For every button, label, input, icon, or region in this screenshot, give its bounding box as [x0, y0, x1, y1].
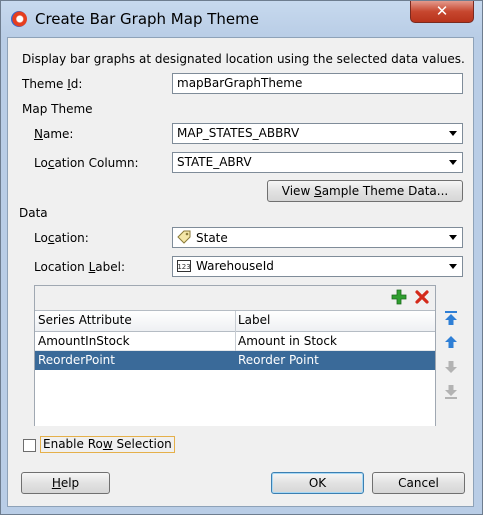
column-header-series-attribute[interactable]: Series Attribute — [35, 311, 235, 330]
enable-row-selection-label[interactable]: Enable Row Selection — [40, 436, 175, 453]
location-label-select-value: WarehouseId — [196, 259, 274, 273]
dialog-title: Create Bar Graph Map Theme — [35, 10, 259, 28]
column-separator — [235, 311, 236, 351]
move-up-icon[interactable] — [443, 334, 459, 350]
location-label: Location: — [34, 231, 89, 245]
svg-text:123: 123 — [177, 263, 190, 271]
column-header-label[interactable]: Label — [235, 311, 435, 330]
location-select[interactable]: State — [172, 227, 463, 248]
ok-button[interactable]: OK — [271, 472, 364, 494]
add-icon[interactable] — [391, 289, 407, 305]
series-table[interactable]: Series Attribute Label AmountInStock Amo… — [35, 310, 435, 426]
data-section-label: Data — [19, 206, 48, 220]
table-row[interactable]: ReorderPoint Reorder Point — [35, 351, 435, 370]
cell-label: Amount in Stock — [238, 334, 337, 348]
close-button[interactable]: ✕ — [410, 1, 474, 23]
name-select-value: MAP_STATES_ABBRV — [177, 126, 300, 140]
chevron-down-icon — [449, 264, 457, 269]
location-column-label: Location Column: — [34, 156, 139, 170]
move-top-icon[interactable] — [443, 310, 459, 326]
enable-row-selection-checkbox[interactable] — [23, 439, 36, 452]
series-panel: Series Attribute Label AmountInStock Amo… — [34, 285, 436, 426]
delete-icon[interactable] — [414, 289, 430, 305]
description-text: Display bar graphs at designated locatio… — [22, 52, 465, 66]
name-label: Name: — [34, 127, 74, 141]
chevron-down-icon — [449, 160, 457, 165]
cell-series-attribute: AmountInStock — [38, 334, 130, 348]
numeric-type-icon: 123 — [177, 260, 191, 272]
location-column-value: STATE_ABRV — [177, 155, 252, 169]
chevron-down-icon — [449, 235, 457, 240]
dialog-content: Display bar graphs at designated locatio… — [7, 37, 474, 507]
location-select-value: State — [196, 231, 228, 245]
title-bar[interactable]: Create Bar Graph Map Theme ✕ — [1, 1, 482, 37]
cancel-button[interactable]: Cancel — [372, 472, 465, 494]
help-button[interactable]: Help — [21, 472, 110, 494]
name-select[interactable]: MAP_STATES_ABBRV — [172, 123, 463, 144]
theme-id-field[interactable]: mapBarGraphTheme — [172, 73, 463, 94]
location-label-label: Location Label: — [34, 260, 125, 274]
chevron-down-icon — [449, 131, 457, 136]
view-sample-theme-data-button[interactable]: View Sample Theme Data... — [267, 180, 463, 202]
theme-id-label: Theme Id: — [22, 77, 83, 91]
location-label-select[interactable]: 123 WarehouseId — [172, 256, 463, 277]
move-down-icon — [445, 361, 457, 373]
tag-icon — [177, 230, 191, 244]
app-icon — [11, 11, 27, 27]
map-theme-section-label: Map Theme — [22, 102, 93, 116]
cell-series-attribute: ReorderPoint — [38, 353, 115, 367]
location-column-select[interactable]: STATE_ABRV — [172, 152, 463, 173]
move-bottom-icon — [445, 385, 457, 399]
cell-label: Reorder Point — [238, 353, 319, 367]
